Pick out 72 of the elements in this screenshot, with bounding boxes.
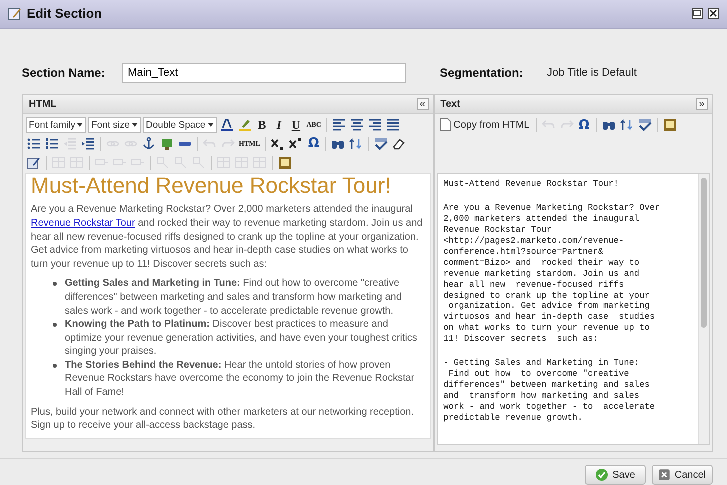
bullet-icon (53, 323, 57, 328)
panel-title: Text (440, 98, 462, 110)
text-line: Revenue Rockstar Tour (444, 225, 552, 236)
list-item: Knowing the Path to Platinum: Discover best practices to measure and optimize your revenue generation activities, and have even your toughest critics singing your praises. (65, 318, 418, 359)
special-character-button[interactable]: Ω (576, 117, 592, 134)
anchor-icon[interactable] (141, 136, 157, 152)
scrollbar-thumb[interactable] (701, 178, 707, 328)
field-label: Section Name: (22, 66, 106, 80)
text-line: 11! Discover secrets such as: (444, 334, 598, 346)
underline-button[interactable]: U (288, 117, 304, 134)
text-line: differences" between marketing and sales (444, 380, 650, 391)
text-line: work - and work together - to accelerate (444, 402, 656, 413)
font-color-icon[interactable] (218, 117, 235, 134)
caret-icon (208, 123, 214, 128)
text-line: revenue marketing stardom. Join us and (444, 268, 640, 280)
spellcheck-icon[interactable] (373, 136, 390, 152)
text-line: hear all new revenue-focused riffs (444, 280, 624, 290)
text-line: 2,000 marketers attended the inaugural (444, 214, 640, 226)
dropdown[interactable]: Font family (26, 117, 86, 134)
align-center-icon[interactable] (349, 117, 366, 134)
special-character-button[interactable]: Ω (306, 136, 322, 152)
field-label: Segmentation: (440, 66, 524, 80)
bullet-icon (53, 364, 57, 368)
link[interactable]: Revenue Rockstar Tour (31, 218, 136, 229)
close-icon (659, 469, 670, 482)
text-line: virtuosos and hear in-depth case studies (444, 312, 656, 324)
section-name-field[interactable]: Main_Text (122, 62, 406, 82)
numbered-list-icon[interactable] (44, 136, 60, 152)
text-line: - Getting Sales and Marketing in Tune: (444, 358, 640, 369)
text-line: Are you a Revenue Marketing Rockstar? Over (444, 203, 660, 214)
text-line: <http://pages2.marketo.com/revenue- (444, 236, 624, 247)
maximize-icon[interactable] (692, 8, 703, 20)
panel-title: HTML (29, 98, 58, 110)
align-left-icon[interactable] (331, 117, 348, 134)
expand-button[interactable]: » (696, 98, 708, 110)
window-title: Edit Section (27, 6, 104, 22)
list-item: Getting Sales and Marketing in Tune: Find out how to overcome "creative differences" between marketing and sales and transform how marketing and sales work - and work together - to accelerate predictable revenue growth. (65, 277, 403, 318)
italic-button[interactable]: I (272, 117, 287, 134)
text-line: organization. Get advice from marketing (448, 301, 650, 312)
text-line: Must-Attend Revenue Rockstar Tour! (444, 179, 619, 190)
text-line: predictable revenue growth. (444, 412, 583, 424)
caret-icon (132, 123, 138, 128)
dropdown[interactable]: Double Space (143, 117, 217, 134)
list-item: The Stories Behind the Revenue: Hear the untold stories of how proven Revenue Rockstars have overcome the economy to join the Revenue Rockstar Hall of Fame! (65, 358, 416, 400)
copy-from-html-button[interactable]: Copy from HTML (438, 116, 532, 134)
save-button[interactable]: Save (585, 465, 646, 485)
collapse-button[interactable]: « (416, 98, 429, 110)
paragraph: Plus, build your network and connect with other marketers at our networking reception. Sign up to receive your all-access backstage pass. (31, 406, 415, 433)
caret-icon (77, 123, 84, 128)
segmentation-value: Job Title is Default (547, 66, 637, 78)
spellcheck-icon[interactable] (636, 117, 653, 134)
close-icon[interactable] (708, 8, 719, 20)
text-line: Find out how to overcome "creative (448, 368, 630, 380)
bold-button[interactable]: B (254, 117, 270, 134)
bullet-icon (53, 282, 57, 286)
paragraph: Are you a Revenue Marketing Rockstar? Over 2,000 marketers attended the inaugural Revenue Rockstar Tour and rocked their way to revenue marketing stardom. Join us and hear all new revenue-focused riffs designed to crank up the topline at your organization. Get advice from marketing virtuosos and hear in-depth case studies on what works to turn your revenue up to 11! Discover secrets such as: (31, 203, 424, 272)
rich-text-editor[interactable] (25, 173, 431, 440)
text-line: and transform how marketing and sales (444, 390, 640, 402)
text-line: designed to crank up the topline at your (444, 290, 650, 302)
text-line: comment=Bizo> and rocked their way to (444, 258, 640, 269)
text-line: on what works to turn your revenue up to (444, 323, 650, 334)
dropdown[interactable]: Font size (88, 117, 142, 134)
plain-text-editor[interactable] (436, 173, 710, 446)
justify-icon[interactable] (385, 117, 402, 134)
align-right-icon[interactable] (367, 117, 384, 134)
text-line: conference.html?source=Partner& (444, 246, 604, 258)
indent-icon[interactable] (80, 136, 96, 152)
document-icon (440, 118, 452, 132)
heading: Must-Attend Revenue Rockstar Tour! (31, 174, 392, 198)
check-icon (596, 469, 608, 482)
edit-icon (8, 6, 22, 21)
cancel-button[interactable]: Cancel (652, 465, 713, 485)
